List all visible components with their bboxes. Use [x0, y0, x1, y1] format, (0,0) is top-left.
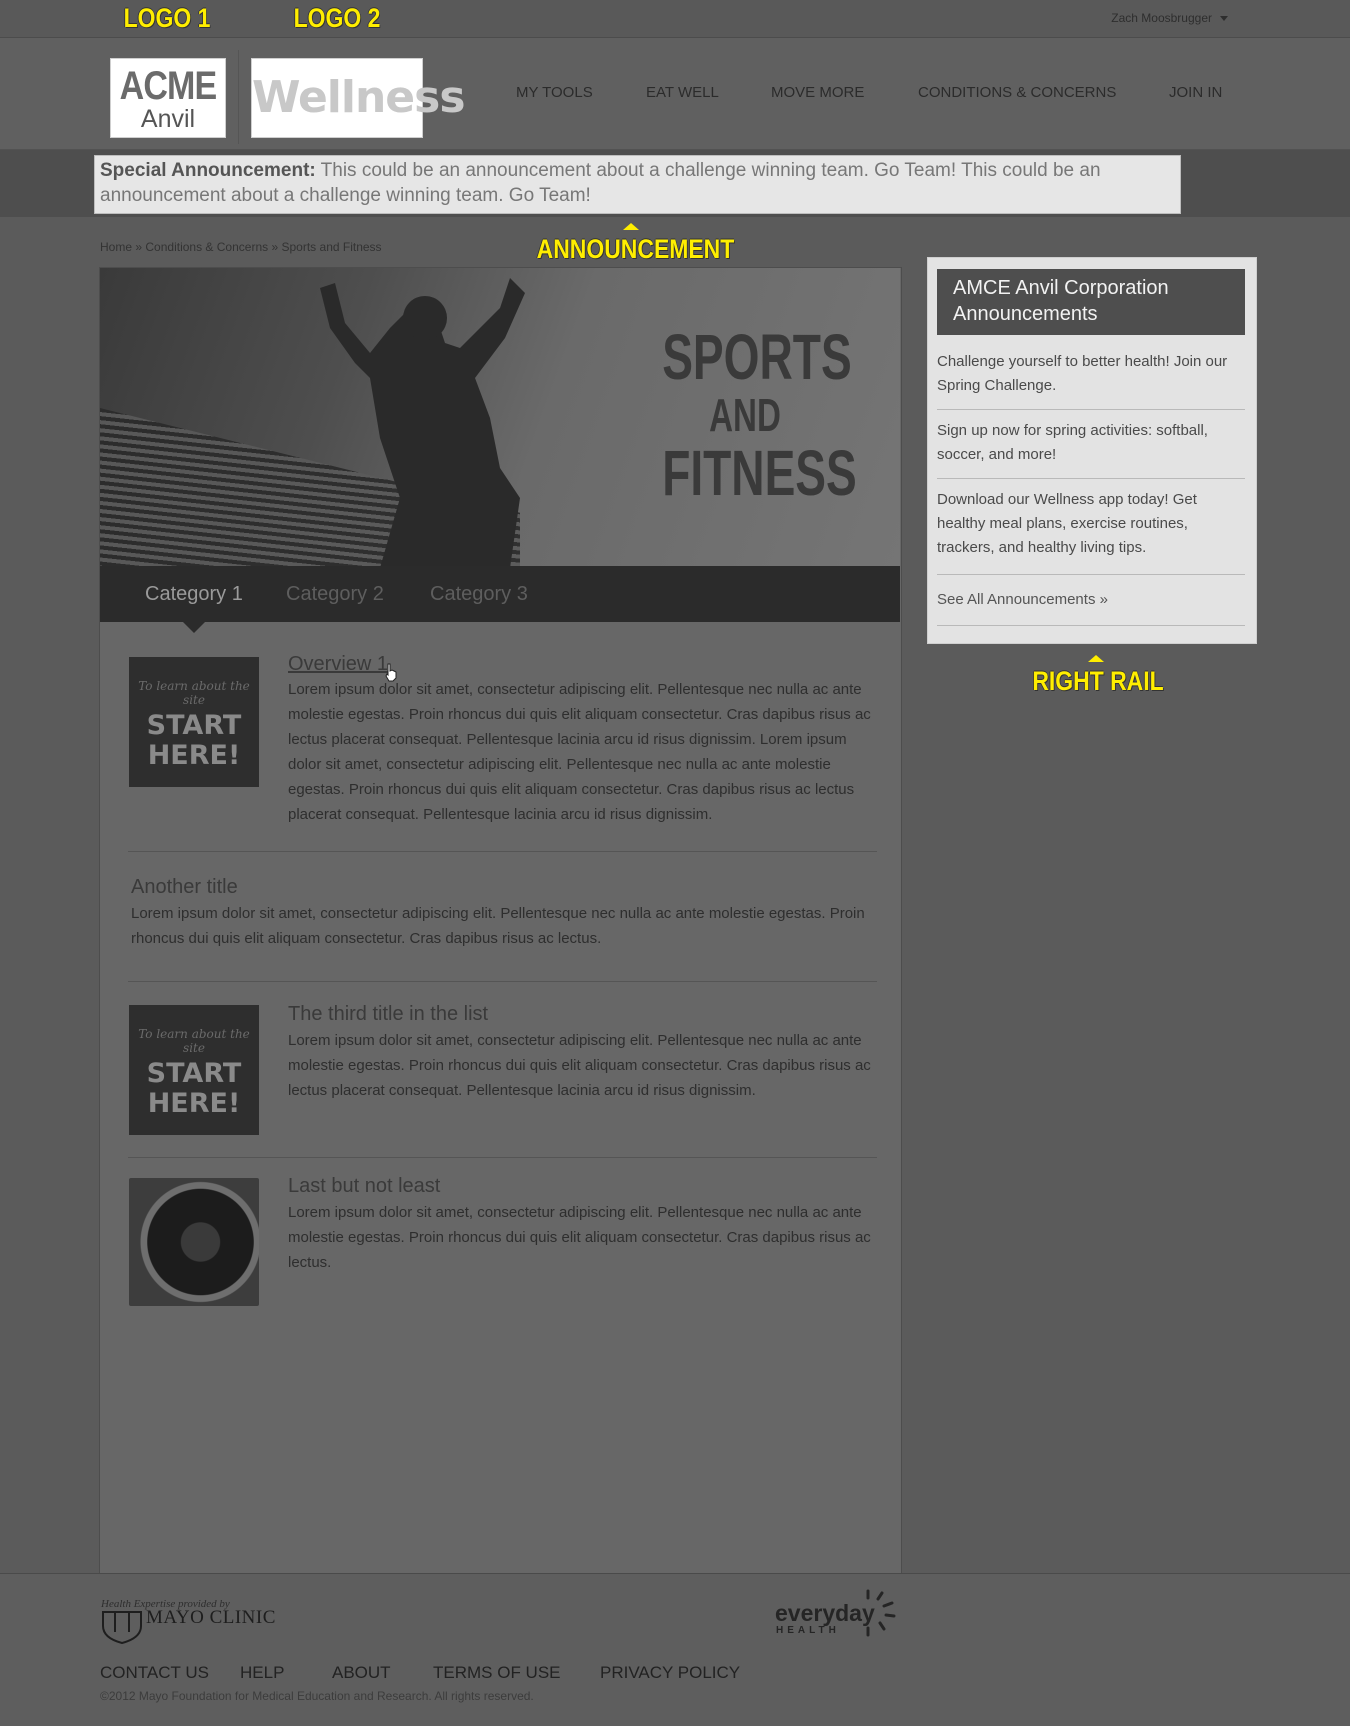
thumb-here: HERE!: [147, 1088, 241, 1119]
everyday-health-sub: HEALTH: [776, 1625, 840, 1636]
acme-anvil-logo[interactable]: ACME Anvil: [110, 58, 226, 138]
sunburst-icon: [866, 1589, 896, 1637]
item-body-last: Lorem ipsum dolor sit amet, consectetur …: [288, 1204, 871, 1271]
logo1-line1: ACME: [119, 64, 218, 108]
item-divider: [128, 1157, 877, 1158]
footer-contact-us[interactable]: CONTACT US: [100, 1663, 209, 1683]
annotation-arrow-up-icon: [623, 223, 639, 230]
rail-divider: [937, 478, 1245, 479]
wellness-logo-text: Wellness: [252, 72, 466, 123]
wellness-logo[interactable]: Wellness: [251, 58, 466, 138]
everyday-health-logo[interactable]: everyday: [775, 1600, 875, 1627]
mayo-clinic-logo[interactable]: MAYO CLINIC: [146, 1607, 276, 1629]
breadcrumb-separator: »: [135, 240, 143, 254]
item-body-another: Lorem ipsum dolor sit amet, consectetur …: [131, 905, 865, 947]
thumb-caption: To learn about the site: [138, 679, 250, 707]
rail-announcement-2[interactable]: Sign up now for spring activities: softb…: [937, 419, 1245, 467]
citrus-slice-image[interactable]: [129, 1178, 259, 1306]
nav-move-more[interactable]: MOVE MORE: [771, 84, 864, 101]
rail-divider: [937, 625, 1245, 626]
rail-announcement-1[interactable]: Challenge yourself to better health! Joi…: [937, 350, 1245, 398]
breadcrumb: Home » Conditions & Concerns » Sports an…: [100, 240, 382, 254]
rail-title: AMCE Anvil Corporation Announcements: [953, 277, 1169, 325]
item-body-overview: Lorem ipsum dolor sit amet, consectetur …: [288, 681, 871, 823]
thumb-here: HERE!: [147, 740, 241, 771]
breadcrumb-home[interactable]: Home: [100, 240, 132, 254]
start-here-thumbnail[interactable]: To learn about the site START HERE!: [129, 1005, 259, 1135]
footer-help[interactable]: HELP: [240, 1663, 284, 1683]
breadcrumb-separator: »: [271, 240, 279, 254]
announcement-text: Special Announcement: This could be an a…: [100, 158, 1180, 208]
item-body-third: Lorem ipsum dolor sit amet, consectetur …: [288, 1032, 871, 1099]
footer-about[interactable]: ABOUT: [332, 1663, 391, 1683]
nav-my-tools[interactable]: MY TOOLS: [516, 84, 593, 101]
logo-divider: [238, 50, 239, 144]
user-menu[interactable]: Zach Moosbrugger: [1111, 11, 1228, 25]
annotation-right-rail: RIGHT RAIL: [1032, 666, 1164, 696]
annotation-logo1: LOGO 1: [123, 3, 211, 33]
footer-terms[interactable]: TERMS OF USE: [433, 1663, 561, 1683]
user-name: Zach Moosbrugger: [1111, 11, 1212, 25]
announcement-label: Special Announcement:: [100, 160, 316, 181]
mayo-shield-icon: [102, 1611, 142, 1644]
thumb-start: START: [146, 1058, 242, 1089]
tab-category-3[interactable]: Category 3: [430, 583, 528, 606]
see-all-announcements-link[interactable]: See All Announcements »: [937, 591, 1108, 608]
breadcrumb-conditions[interactable]: Conditions & Concerns: [145, 240, 268, 254]
item-title-last[interactable]: Last but not least: [288, 1175, 440, 1198]
category-tabs: Category 1 Category 2 Category 3: [100, 566, 900, 622]
start-here-thumbnail[interactable]: To learn about the site START HERE!: [129, 657, 259, 787]
rail-announcement-3[interactable]: Download our Wellness app today! Get hea…: [937, 488, 1245, 560]
annotation-arrow-up-icon: [1088, 655, 1104, 662]
site-footer: [0, 1573, 1350, 1726]
annotation-announcement: ANNOUNCEMENT: [536, 234, 735, 264]
tab-category-1[interactable]: Category 1: [145, 583, 243, 606]
nav-eat-well[interactable]: EAT WELL: [646, 84, 719, 101]
hero-title-line3: FITNESS: [662, 437, 857, 509]
item-divider: [128, 981, 877, 982]
footer-privacy[interactable]: PRIVACY POLICY: [600, 1663, 740, 1683]
chevron-down-icon: [1220, 16, 1228, 22]
runner-image: [320, 278, 525, 566]
copyright: ©2012 Mayo Foundation for Medical Educat…: [100, 1689, 534, 1703]
hero-title-line1: SPORTS: [662, 321, 852, 393]
item-title-overview[interactable]: Overview 1: [288, 653, 388, 676]
hero-title: SPORTS AND FITNESS: [662, 321, 857, 509]
rail-divider: [937, 409, 1245, 410]
active-tab-pointer: [183, 622, 205, 633]
nav-join-in[interactable]: JOIN IN: [1169, 84, 1222, 101]
thumb-start: START: [146, 710, 242, 741]
hero-title-line2: AND: [709, 389, 781, 441]
hero-banner: SPORTS AND FITNESS: [100, 268, 900, 566]
tab-category-2[interactable]: Category 2: [286, 583, 384, 606]
item-title-third[interactable]: The third title in the list: [288, 1003, 488, 1026]
thumb-caption: To learn about the site: [138, 1027, 250, 1055]
logo1-line2: Anvil: [140, 105, 196, 133]
rail-divider: [937, 574, 1245, 575]
nav-conditions-concerns[interactable]: CONDITIONS & CONCERNS: [918, 84, 1116, 101]
item-divider: [128, 851, 877, 852]
breadcrumb-current: Sports and Fitness: [281, 240, 382, 254]
item-title-another[interactable]: Another title: [131, 876, 238, 899]
annotation-logo2: LOGO 2: [293, 3, 381, 33]
